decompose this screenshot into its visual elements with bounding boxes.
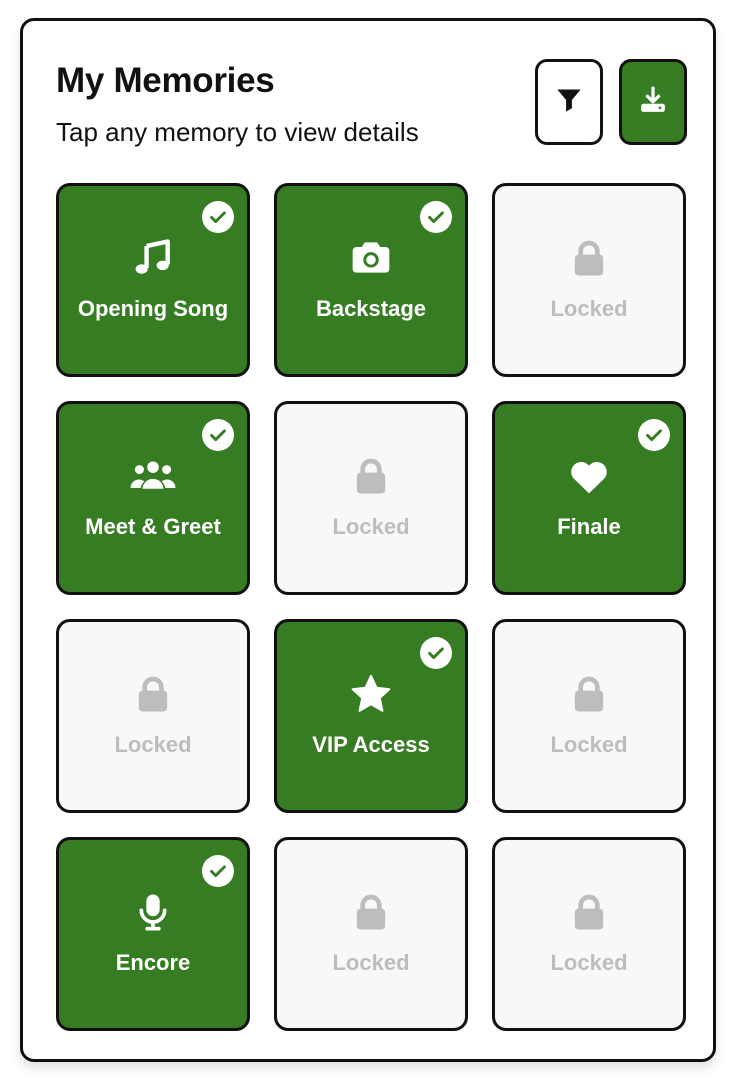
memory-tile-locked-10[interactable]: Locked (274, 837, 468, 1031)
memory-tile-backstage[interactable]: Backstage (274, 183, 468, 377)
memory-tile-locked-11[interactable]: Locked (492, 837, 686, 1031)
memory-tile-locked-8[interactable]: Locked (492, 619, 686, 813)
check-badge-icon (202, 201, 234, 233)
memory-label: VIP Access (312, 732, 430, 757)
memory-label: Locked (550, 732, 628, 757)
memory-label: Opening Song (77, 296, 229, 321)
memory-tile-meet-greet[interactable]: Meet & Greet (56, 401, 250, 595)
memory-tile-locked-2[interactable]: Locked (492, 183, 686, 377)
music-icon (129, 234, 177, 282)
memory-label: Meet & Greet (85, 514, 221, 539)
memory-label: Locked (550, 950, 628, 975)
memory-tile-finale[interactable]: Finale (492, 401, 686, 595)
check-badge-icon (420, 201, 452, 233)
check-badge-icon (638, 419, 670, 451)
filter-button[interactable] (535, 59, 603, 145)
check-badge-icon (420, 637, 452, 669)
memory-tile-locked-4[interactable]: Locked (274, 401, 468, 595)
lock-icon (565, 888, 613, 936)
microphone-icon (129, 888, 177, 936)
memory-tile-encore[interactable]: Encore (56, 837, 250, 1031)
download-icon (638, 85, 668, 120)
memory-label: Locked (114, 732, 192, 757)
page-title: My Memories (56, 61, 275, 100)
lock-icon (565, 234, 613, 282)
lock-icon (565, 670, 613, 718)
lock-icon (347, 452, 395, 500)
camera-icon (347, 234, 395, 282)
memory-tile-locked-6[interactable]: Locked (56, 619, 250, 813)
check-badge-icon (202, 419, 234, 451)
memory-label: Locked (332, 950, 410, 975)
page-subtitle: Tap any memory to view details (56, 117, 419, 147)
lock-icon (347, 888, 395, 936)
memories-grid: Opening Song Backstage Locked Meet & Gre… (56, 183, 686, 1031)
memories-card: My Memories Tap any memory to view detai… (20, 18, 716, 1062)
heart-icon (565, 452, 613, 500)
users-icon (129, 452, 177, 500)
memory-label: Backstage (315, 296, 427, 321)
memory-tile-opening-song[interactable]: Opening Song (56, 183, 250, 377)
check-badge-icon (202, 855, 234, 887)
star-icon (347, 670, 395, 718)
memory-label: Encore (115, 950, 191, 975)
memory-label: Locked (332, 514, 410, 539)
memory-label: Locked (550, 296, 628, 321)
lock-icon (129, 670, 177, 718)
filter-icon (555, 86, 583, 119)
memory-label: Finale (557, 514, 621, 539)
memory-tile-vip-access[interactable]: VIP Access (274, 619, 468, 813)
download-button[interactable] (619, 59, 687, 145)
